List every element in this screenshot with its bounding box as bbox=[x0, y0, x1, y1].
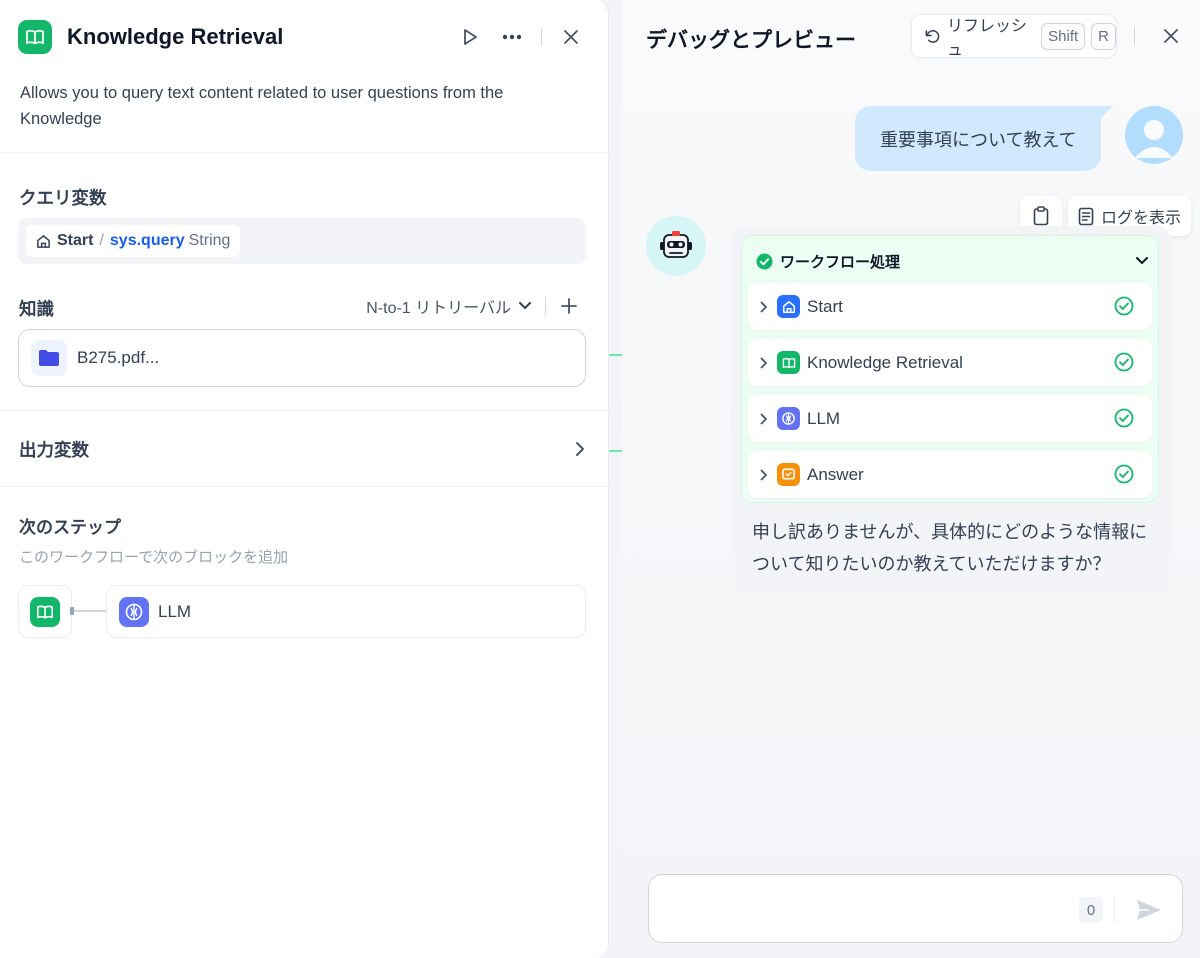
divider bbox=[541, 28, 542, 46]
current-node-block bbox=[18, 585, 72, 638]
folder-icon bbox=[31, 340, 67, 376]
connector-handle bbox=[70, 607, 74, 615]
success-check-icon bbox=[1114, 464, 1134, 484]
workflow-node-name: Start bbox=[807, 296, 843, 316]
retrieval-mode-select[interactable]: N-to-1 リトリーバル bbox=[366, 294, 511, 318]
divider bbox=[1134, 27, 1135, 45]
llm-icon bbox=[119, 596, 149, 627]
home-icon bbox=[36, 234, 51, 249]
more-icon[interactable] bbox=[499, 24, 525, 50]
assistant-message: ワークフロー処理 Start Knowledge Retrieval LLM A… bbox=[730, 226, 1172, 595]
workflow-node-row[interactable]: Start bbox=[748, 283, 1152, 330]
bot-avatar bbox=[646, 216, 706, 276]
connector-line bbox=[72, 610, 106, 612]
panel-header: Knowledge Retrieval bbox=[18, 19, 584, 55]
source-node-name: Start bbox=[57, 232, 94, 249]
chevron-down-icon[interactable] bbox=[519, 302, 531, 310]
chat-input[interactable]: 0 bbox=[648, 874, 1183, 943]
close-icon[interactable] bbox=[558, 24, 584, 50]
divider bbox=[0, 486, 609, 487]
debug-preview-panel: デバッグとプレビュー リフレッシュ Shift R 重要事項について教えて ログ… bbox=[622, 0, 1200, 958]
variable-chip[interactable]: Start / sys.query String bbox=[26, 225, 241, 257]
success-check-icon bbox=[1114, 296, 1134, 316]
chevron-right-icon bbox=[760, 469, 768, 481]
workflow-node-name: Knowledge Retrieval bbox=[807, 352, 963, 372]
run-icon[interactable] bbox=[457, 24, 483, 50]
document-icon bbox=[1078, 207, 1094, 226]
refresh-icon bbox=[924, 28, 941, 45]
workflow-process-label: ワークフロー処理 bbox=[780, 253, 901, 271]
answer-icon bbox=[777, 463, 800, 486]
plus-icon[interactable] bbox=[560, 297, 578, 315]
node-description[interactable]: Allows you to query text content related… bbox=[20, 80, 580, 132]
shortcut-key: R bbox=[1091, 22, 1116, 50]
close-icon[interactable] bbox=[1158, 23, 1184, 49]
refresh-button[interactable]: リフレッシュ Shift R bbox=[911, 14, 1117, 59]
workflow-node-name: Answer bbox=[807, 464, 864, 484]
variable-name: sys.query bbox=[109, 232, 185, 249]
workflow-node-row[interactable]: Knowledge Retrieval bbox=[748, 339, 1152, 386]
knowledge-file-item[interactable]: B275.pdf... bbox=[18, 329, 586, 387]
knowledge-file-name: B275.pdf... bbox=[77, 348, 160, 367]
user-message-text: 重要事項について教えて bbox=[880, 129, 1077, 150]
divider bbox=[545, 297, 546, 315]
knowledge-label: 知識 bbox=[19, 299, 54, 319]
view-log-label: ログを表示 bbox=[1100, 210, 1181, 227]
canvas-edge bbox=[609, 354, 623, 356]
chevron-right-icon bbox=[760, 301, 768, 313]
node-settings-panel: Knowledge Retrieval Allows you to query … bbox=[0, 0, 609, 958]
avatar bbox=[1125, 106, 1183, 164]
knowledge-actions: N-to-1 リトリーバル bbox=[366, 292, 578, 320]
node-title[interactable]: Knowledge Retrieval bbox=[67, 24, 283, 50]
panel-title: デバッグとプレビュー bbox=[646, 29, 856, 52]
chevron-down-icon bbox=[1136, 257, 1148, 265]
path-separator: / bbox=[99, 232, 104, 249]
divider bbox=[0, 410, 609, 411]
workflow-node-row[interactable]: LLM bbox=[748, 395, 1152, 442]
llm-icon bbox=[777, 407, 800, 430]
chevron-right-icon bbox=[575, 441, 585, 457]
divider bbox=[1114, 897, 1115, 923]
user-message: 重要事項について教えて bbox=[855, 106, 1113, 171]
workflow-process-panel: ワークフロー処理 Start Knowledge Retrieval LLM A… bbox=[741, 235, 1159, 503]
success-check-icon bbox=[1114, 352, 1134, 372]
success-check-icon bbox=[1114, 408, 1134, 428]
query-variable-selector[interactable]: Start / sys.query String bbox=[18, 218, 586, 264]
next-step-llm-block[interactable]: LLM bbox=[106, 585, 586, 638]
workflow-node-row[interactable]: Answer bbox=[748, 451, 1152, 498]
book-icon bbox=[30, 596, 60, 627]
workflow-node-name: LLM bbox=[807, 408, 841, 428]
next-step-label: 次のステップ bbox=[19, 518, 121, 537]
home-icon bbox=[777, 295, 800, 318]
header-actions bbox=[457, 19, 584, 55]
chevron-right-icon bbox=[760, 357, 768, 369]
char-counter: 0 bbox=[1079, 897, 1103, 923]
output-variables-label: 出力変数 bbox=[19, 439, 89, 460]
canvas-edge bbox=[609, 450, 623, 452]
assistant-answer-text[interactable]: 申し訳ありませんが、具体的にどのような情報について知りたいのか教えていただけます… bbox=[752, 516, 1162, 580]
next-step-description: このワークフローで次のブロックを追加 bbox=[19, 549, 289, 566]
check-circle-icon bbox=[756, 252, 773, 270]
variable-type: String bbox=[188, 232, 231, 249]
query-variable-label: クエリ変数 bbox=[19, 188, 107, 208]
divider bbox=[0, 152, 609, 153]
book-icon bbox=[777, 351, 800, 374]
chevron-right-icon bbox=[760, 413, 768, 425]
workflow-process-toggle[interactable]: ワークフロー処理 bbox=[756, 250, 1148, 272]
shortcut-key: Shift bbox=[1041, 22, 1086, 50]
send-icon[interactable] bbox=[1133, 895, 1165, 925]
refresh-label: リフレッシュ bbox=[947, 18, 1028, 59]
book-icon bbox=[18, 20, 52, 54]
output-variables-toggle[interactable]: 出力変数 bbox=[19, 434, 585, 464]
next-step-name: LLM bbox=[158, 601, 192, 621]
